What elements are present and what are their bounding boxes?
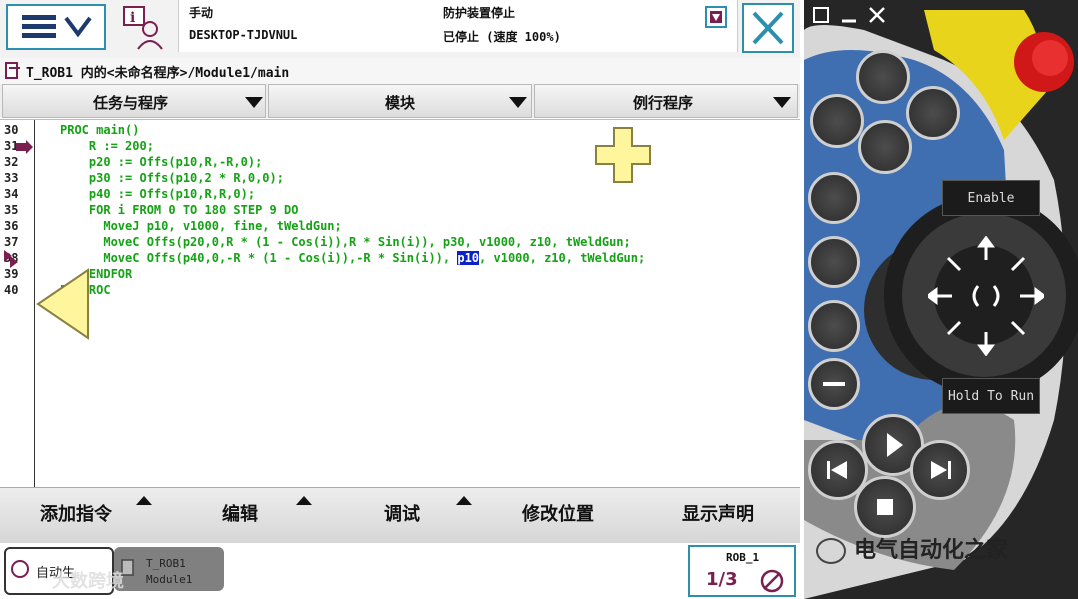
status-panel: 手动 DESKTOP-TJDVNUL 防护装置停止 已停止 (速度 100%) xyxy=(178,0,738,52)
motion-pointer-icon xyxy=(4,250,18,268)
run-state: 已停止 (速度 100%) xyxy=(443,30,561,44)
flexpendant-panel: Enable Hold To Run xyxy=(804,0,1078,599)
close-icon xyxy=(752,11,784,45)
code-line[interactable]: FOR i FROM 0 TO 180 STEP 9 DO xyxy=(60,203,299,217)
dropdown-arrow-icon xyxy=(509,97,527,108)
event-log-icon[interactable]: i xyxy=(118,3,168,53)
taskbar: 自动生 T_ROB1 Module1 大数跨境 ROB_1 1/3 xyxy=(0,543,800,599)
code-line[interactable]: p30 := Offs(p10,2 * R,0,0); xyxy=(60,171,284,185)
edit-button[interactable]: 编辑 xyxy=(222,500,258,526)
auto-icon xyxy=(11,560,29,578)
pendant-button-1[interactable] xyxy=(856,50,910,104)
arrow-up-icon xyxy=(296,496,312,505)
tab-label: 模块 xyxy=(385,94,416,112)
line-number: 33 xyxy=(4,171,19,185)
line-number: 32 xyxy=(4,155,19,169)
hamburger-icon xyxy=(22,15,92,38)
hold-to-run-label: Hold To Run xyxy=(942,378,1040,414)
tab-label: 任务与程序 xyxy=(93,94,169,112)
code-line[interactable]: R := 200; xyxy=(60,139,154,153)
stop-button[interactable] xyxy=(854,476,916,538)
selected-argument[interactable]: p10 xyxy=(457,251,480,265)
left-pointer-icon xyxy=(36,268,89,340)
operating-mode: 手动 xyxy=(189,6,214,20)
joystick-arrows-icon[interactable] xyxy=(928,236,1044,356)
debug-button[interactable]: 调试 xyxy=(384,500,420,526)
arrow-up-icon xyxy=(456,496,472,505)
pendant-button-4[interactable] xyxy=(858,120,912,174)
taskbar-program-button[interactable]: T_ROB1 Module1 xyxy=(114,547,224,591)
dropdown-arrow-icon xyxy=(773,97,791,108)
window-controls xyxy=(813,7,885,23)
code-line[interactable]: MoveJ p10, v1000, fine, tWeldGun; xyxy=(60,219,341,233)
program-pointer-icon xyxy=(16,140,33,154)
editor-tabs: 任务与程序 模块 例行程序 xyxy=(0,84,800,118)
step-forward-button[interactable] xyxy=(910,440,970,500)
code-line[interactable]: MoveC Offs(p40,0,-R * (1 - Cos(i)),-R * … xyxy=(60,251,645,265)
code-line[interactable]: PROC main() xyxy=(60,123,139,137)
line-number: 37 xyxy=(4,235,19,249)
add-instruction-button[interactable]: 添加指令 xyxy=(40,500,112,526)
program-path: T_ROB1 内的<未命名程序>/Module1/main xyxy=(26,66,290,81)
plus-cursor-icon xyxy=(595,127,651,183)
code-editor[interactable]: 30 31 32 33 34 35 36 37 38 39 40 PROC ma… xyxy=(0,119,800,488)
task-module: Module1 xyxy=(146,573,193,586)
increment-button[interactable] xyxy=(808,300,860,352)
line-number: 34 xyxy=(4,187,19,201)
motion-mode-button[interactable] xyxy=(808,236,860,288)
robot-name: ROB_1 xyxy=(726,551,760,564)
tab-modules[interactable]: 模块 xyxy=(268,84,532,118)
line-number: 30 xyxy=(4,123,19,137)
quickset-button[interactable]: ROB_1 1/3 xyxy=(688,545,796,597)
code-line[interactable]: MoveC Offs(p20,0,R * (1 - Cos(i)),R * Si… xyxy=(60,235,630,249)
enable-label: Enable xyxy=(942,180,1040,216)
line-number: 35 xyxy=(4,203,19,217)
command-bar: 添加指令 编辑 调试 修改位置 显示声明 xyxy=(0,487,800,544)
tab-label: 例行程序 xyxy=(633,94,694,112)
task-name: T_ROB1 xyxy=(146,557,186,570)
tab-routines[interactable]: 例行程序 xyxy=(534,84,798,118)
line-number-gutter: 30 31 32 33 34 35 36 37 38 39 40 xyxy=(0,120,35,488)
main-menu-button[interactable] xyxy=(6,4,106,50)
minus-button[interactable] xyxy=(808,358,860,410)
code-line[interactable]: p40 := Offs(p10,R,R,0); xyxy=(60,187,255,201)
show-declaration-button[interactable]: 显示声明 xyxy=(682,500,754,526)
code-line-start: MoveC Offs(p40,0,-R * (1 - Cos(i)),-R * … xyxy=(60,251,458,265)
arrow-up-icon xyxy=(136,496,152,505)
code-line[interactable]: p20 := Offs(p10,R,-R,0); xyxy=(60,155,262,169)
program-icon xyxy=(5,62,20,79)
controller-name: DESKTOP-TJDVNUL xyxy=(189,28,298,42)
safety-state: 防护装置停止 xyxy=(443,6,516,20)
speed-fraction: 1/3 xyxy=(706,569,738,590)
close-button[interactable] xyxy=(742,3,794,53)
modify-position-button[interactable]: 修改位置 xyxy=(522,500,594,526)
site-watermark: 电气自动化之家 xyxy=(816,532,1008,564)
pendant-button-3[interactable] xyxy=(906,86,960,140)
svg-text:i: i xyxy=(130,10,135,26)
line-number: 36 xyxy=(4,219,19,233)
code-line-end: , v1000, z10, tWeldGun; xyxy=(479,251,646,265)
watermark-text: 电气自动化之家 xyxy=(854,538,1009,563)
pendant-button-2[interactable] xyxy=(810,94,864,148)
override-icon xyxy=(760,569,784,593)
stop-status-icon xyxy=(705,6,727,28)
tab-tasks-programs[interactable]: 任务与程序 xyxy=(2,84,266,118)
dropdown-arrow-icon xyxy=(245,97,263,108)
breadcrumb: T_ROB1 内的<未命名程序>/Module1/main xyxy=(0,58,800,84)
mechanical-unit-button[interactable] xyxy=(808,172,860,224)
top-bar: i 手动 DESKTOP-TJDVNUL 防护装置停止 已停止 (速度 100%… xyxy=(0,0,800,59)
line-number: 40 xyxy=(4,283,19,297)
wechat-icon xyxy=(816,538,846,564)
overlay-watermark: 大数跨境 xyxy=(52,571,124,592)
